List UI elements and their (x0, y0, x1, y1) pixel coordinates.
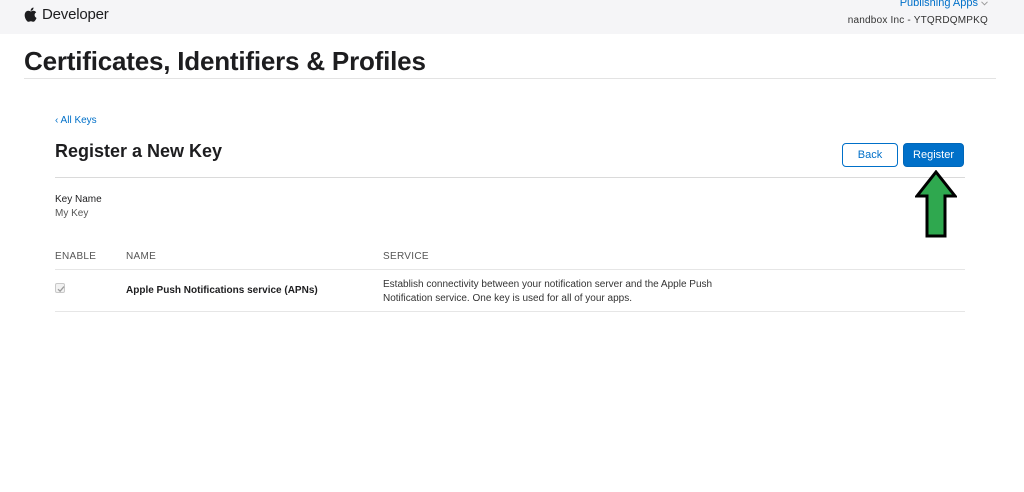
publishing-apps-label: Publishing Apps (899, 0, 978, 9)
key-name-label: Key Name (55, 194, 102, 205)
checkmark-icon (57, 286, 65, 293)
column-header-service: SERVICE (383, 251, 429, 262)
all-keys-link[interactable]: ‹ All Keys (55, 115, 97, 126)
developer-logo[interactable]: Developer (24, 4, 109, 24)
service-name: Apple Push Notifications service (APNs) (126, 285, 318, 296)
table-row-divider-bottom (55, 311, 965, 312)
brand-label: Developer (42, 5, 109, 23)
column-header-enable: ENABLE (55, 251, 97, 262)
top-navigation-bar: Developer Publishing Apps nandbox Inc - … (0, 0, 1024, 34)
publishing-apps-menu[interactable]: Publishing Apps (900, 0, 988, 9)
key-name-value: My Key (55, 208, 89, 219)
title-divider (24, 78, 996, 79)
section-title: Register a New Key (55, 141, 223, 161)
apple-icon (24, 7, 37, 22)
back-button[interactable]: Back (842, 143, 898, 167)
page-title: Certificates, Identifiers & Profiles (24, 46, 426, 76)
register-button[interactable]: Register (903, 143, 964, 167)
service-description: Establish connectivity between your noti… (383, 279, 713, 304)
team-name: nandbox Inc - YTQRDQMPKQ (847, 15, 988, 26)
green-up-arrow-icon (915, 170, 957, 238)
table-row-divider (55, 269, 965, 270)
section-divider (55, 177, 965, 178)
chevron-down-icon (981, 0, 988, 6)
column-header-name: NAME (126, 251, 157, 262)
apns-enable-checkbox[interactable] (55, 283, 65, 293)
